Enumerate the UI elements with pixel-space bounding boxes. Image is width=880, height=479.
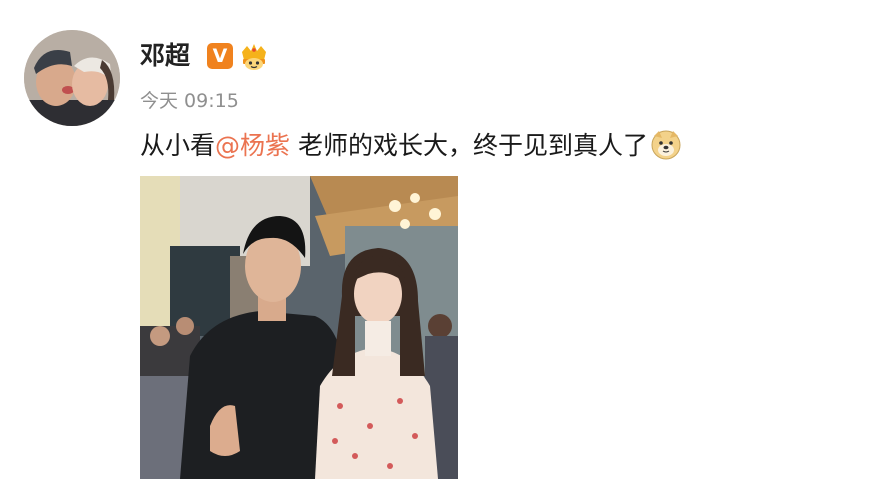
verified-v-icon: V: [207, 43, 233, 69]
doge-emoji-icon: [650, 128, 682, 160]
weibo-post: 邓超 V 今天 09:15 从小看@杨紫 老师的戏长大，终于见到真人了: [0, 0, 880, 479]
crown-member-icon[interactable]: [238, 40, 270, 72]
post-timestamp: 今天 09:15: [140, 90, 239, 112]
user-avatar[interactable]: [24, 30, 120, 126]
post-content: 从小看@杨紫 老师的戏长大，终于见到真人了: [140, 128, 682, 163]
username[interactable]: 邓超: [140, 40, 190, 72]
content-text-prefix: 从小看: [140, 131, 216, 160]
mention-link[interactable]: @杨紫: [215, 131, 290, 160]
post-image[interactable]: [140, 176, 458, 479]
photo-two-people: [140, 176, 458, 479]
content-text-suffix: 老师的戏长大，终于见到真人了: [290, 131, 648, 160]
avatar-image: [24, 30, 120, 126]
